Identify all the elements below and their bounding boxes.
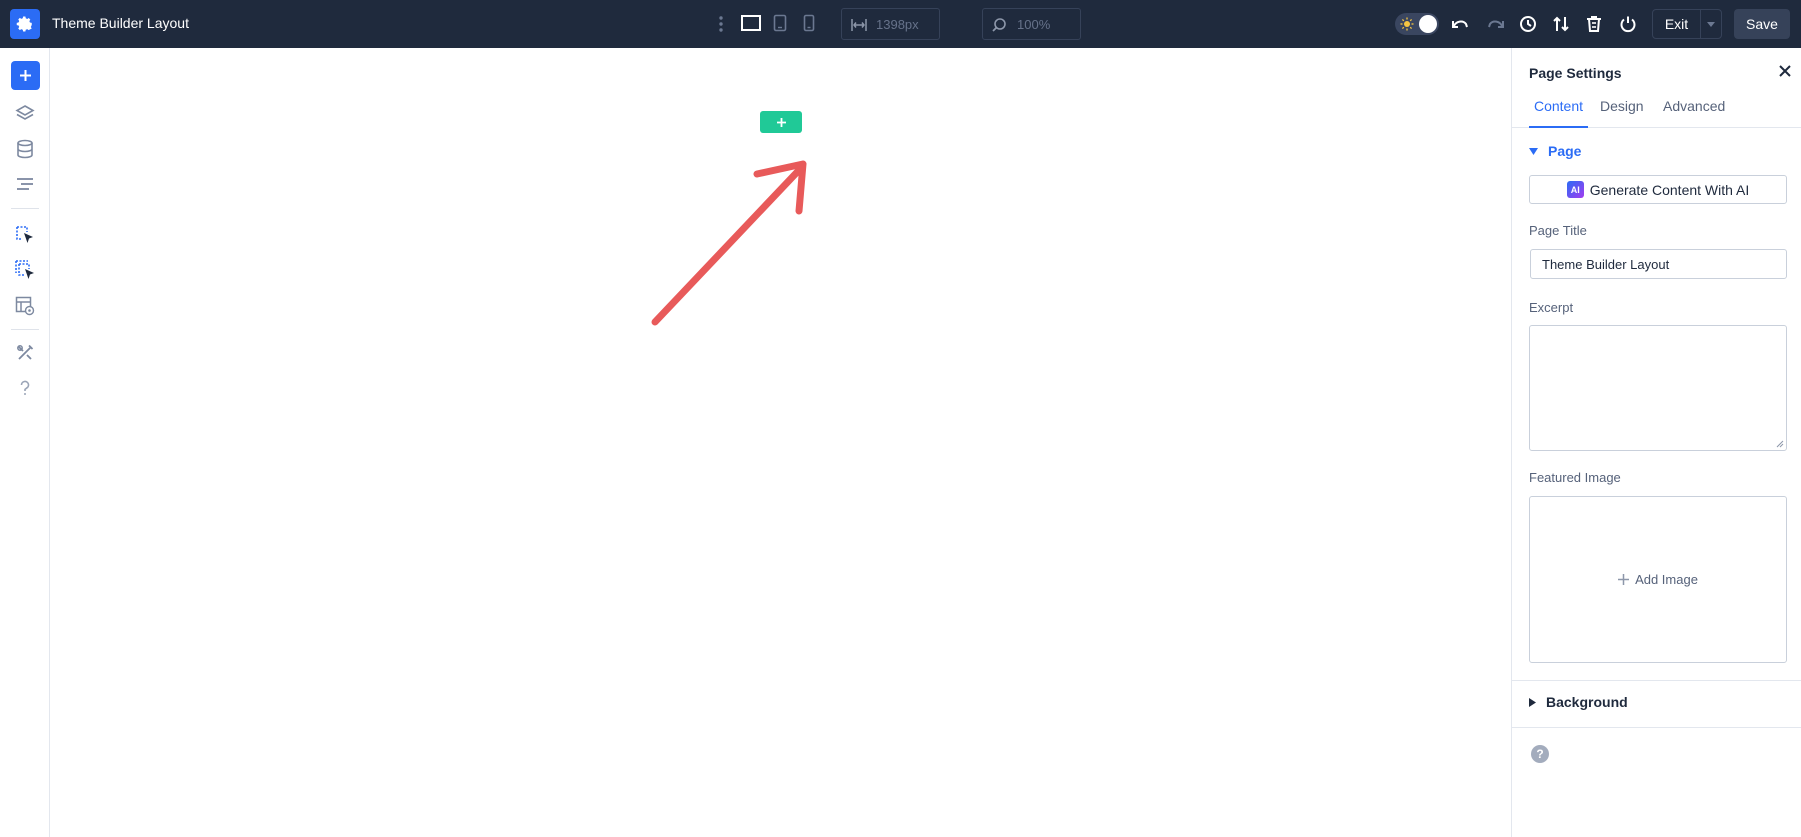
database-icon[interactable] <box>13 137 37 161</box>
featured-image-dropzone[interactable]: Add Image <box>1529 496 1787 663</box>
group-toggle-page[interactable]: Page <box>1529 143 1581 159</box>
menu-lines-icon[interactable] <box>13 172 37 196</box>
tab-content[interactable]: Content <box>1529 98 1588 128</box>
multi-select-cursor-icon[interactable] <box>13 258 37 282</box>
caret-down-icon <box>1529 147 1538 155</box>
undo-icon[interactable] <box>1450 13 1472 35</box>
annotation-arrow <box>651 160 807 326</box>
redo-icon[interactable] <box>1484 13 1506 35</box>
theme-toggle[interactable] <box>1395 13 1439 35</box>
tools-icon[interactable] <box>13 341 37 365</box>
panel-divider <box>1512 727 1801 728</box>
help-icon[interactable] <box>13 376 37 400</box>
trash-icon[interactable] <box>1583 13 1605 35</box>
template-preview-icon[interactable] <box>13 294 37 318</box>
portability-icon[interactable] <box>1550 13 1572 35</box>
page-settings-panel: Page Settings Content Design Advanced Pa… <box>1511 48 1801 837</box>
canvas-width-value: 1398px <box>876 16 919 32</box>
tab-advanced[interactable]: Advanced <box>1663 98 1725 128</box>
help-icon[interactable]: ? <box>1531 745 1549 763</box>
left-sidebar <box>0 48 50 837</box>
builder-canvas[interactable] <box>51 48 1511 837</box>
page-title-label: Page Title <box>1529 223 1587 238</box>
toggle-knob <box>1419 15 1437 33</box>
add-image-label: Add Image <box>1635 572 1698 587</box>
phone-icon[interactable] <box>803 14 815 37</box>
settings-gear-icon[interactable] <box>10 9 40 39</box>
desktop-icon[interactable] <box>741 14 761 37</box>
panel-divider <box>1512 680 1801 681</box>
sun-icon <box>1400 17 1414 36</box>
sidebar-divider <box>11 329 39 330</box>
tablet-icon[interactable] <box>773 14 787 37</box>
zoom-value: 100% <box>1017 16 1051 32</box>
chevron-down-icon[interactable] <box>1701 10 1721 38</box>
panel-title: Page Settings <box>1529 65 1622 81</box>
plus-icon <box>1618 574 1630 585</box>
layers-icon[interactable] <box>13 102 37 126</box>
layout-title: Theme Builder Layout <box>52 15 189 31</box>
vertical-dots-icon[interactable] <box>717 14 725 34</box>
power-icon[interactable] <box>1617 13 1639 35</box>
generate-ai-button[interactable]: AI Generate Content With AI <box>1529 175 1787 204</box>
exit-button[interactable]: Exit <box>1652 9 1722 39</box>
ai-icon: AI <box>1566 181 1584 198</box>
add-icon[interactable] <box>11 61 40 90</box>
sidebar-divider <box>11 208 39 209</box>
tab-design[interactable]: Design <box>1600 98 1644 128</box>
resize-grip-icon[interactable] <box>1776 440 1784 448</box>
zoom-input[interactable]: 100% <box>982 8 1081 40</box>
excerpt-field[interactable] <box>1529 325 1787 451</box>
history-icon[interactable] <box>1517 13 1539 35</box>
close-icon[interactable] <box>1776 62 1794 80</box>
canvas-width-input[interactable]: 1398px <box>841 8 940 40</box>
excerpt-label: Excerpt <box>1529 300 1574 315</box>
group-label-background: Background <box>1546 694 1628 710</box>
exit-button-label: Exit <box>1653 10 1701 38</box>
group-label-page: Page <box>1548 143 1582 159</box>
top-toolbar: Theme Builder Layout 1398px 100% Exit Sa… <box>0 0 1801 48</box>
save-button[interactable]: Save <box>1734 9 1790 39</box>
featured-image-label: Featured Image <box>1529 470 1621 485</box>
panel-tabs: Content Design Advanced <box>1512 98 1801 128</box>
page-title-field[interactable]: Theme Builder Layout <box>1530 249 1787 279</box>
caret-right-icon <box>1529 697 1536 707</box>
select-cursor-icon[interactable] <box>13 223 37 247</box>
generate-ai-label: Generate Content With AI <box>1589 181 1750 198</box>
group-toggle-background[interactable]: Background <box>1529 694 1628 710</box>
